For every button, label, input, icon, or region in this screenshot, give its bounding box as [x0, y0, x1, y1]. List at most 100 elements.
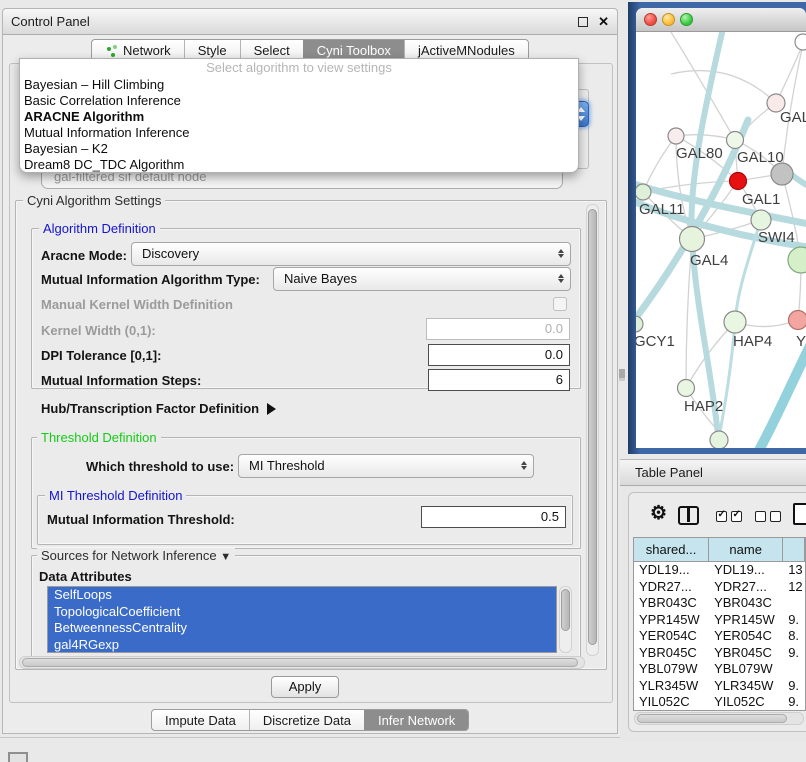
network-node-gal4[interactable] [680, 227, 705, 252]
table-cell: YER054C [634, 628, 709, 645]
tab-style[interactable]: Style [184, 40, 240, 60]
table-rows: YDL19...YDL19...13YDR27...YDR27...12YBR0… [634, 562, 805, 711]
tab-label: Select [254, 43, 290, 58]
table-cell: YPR145W [634, 612, 709, 629]
table-row[interactable]: YDR27...YDR27...12 [634, 579, 805, 596]
table-cell: 9. [783, 694, 805, 711]
aracne-mode-combo[interactable]: Discovery [131, 242, 571, 266]
tab-impute-data[interactable]: Impute Data [152, 710, 249, 730]
table-row[interactable]: YBL079WYBL079W [634, 661, 805, 678]
algorithm-option-aracne-algorithm[interactable]: ARACNE Algorithm [20, 109, 578, 125]
network-node-hap4[interactable] [724, 311, 746, 333]
columns-icon[interactable] [678, 506, 699, 525]
column-header-name[interactable]: name [709, 538, 783, 562]
network-node-gcy1[interactable] [636, 316, 643, 332]
network-node-gal11[interactable] [636, 184, 651, 200]
table-toolbar: ⚙ [620, 500, 806, 536]
kernel-width-field[interactable]: 0.0 [426, 318, 570, 340]
application-root: Control Panel ✕ NetworkStyleSelectCyni T… [0, 0, 806, 762]
table-cell: YLR345W [709, 678, 783, 695]
data-attributes-label: Data Attributes [39, 569, 132, 584]
table-row[interactable]: YDL19...YDL19...13 [634, 562, 805, 579]
column-header-partial[interactable] [783, 538, 805, 562]
tab-network[interactable]: Network [92, 40, 184, 60]
table-row[interactable]: YLR345WYLR345W9. [634, 678, 805, 695]
combo-stepper-icon [558, 247, 564, 260]
algorithm-option-mutual-information-inference[interactable]: Mutual Information Inference [20, 125, 578, 141]
minimize-traffic-light[interactable] [662, 13, 675, 26]
network-icon [105, 44, 118, 57]
new-table-icon[interactable] [793, 503, 806, 525]
network-node-y[interactable] [789, 311, 806, 330]
collapse-arrow-icon: ▼ [220, 551, 231, 563]
settings-vertical-scrollbar[interactable] [586, 204, 599, 656]
attributes-scrollbar[interactable] [559, 586, 572, 653]
gear-icon[interactable]: ⚙ [650, 502, 667, 525]
algorithm-option-dream8-dc-tdc-algorithm[interactable]: Dream8 DC_TDC Algorithm [20, 157, 578, 173]
network-node[interactable] [771, 163, 793, 185]
settings-horizontal-scrollbar[interactable] [19, 656, 585, 669]
zoom-traffic-light[interactable] [680, 13, 693, 26]
attribute-item-betweennesscentrality[interactable]: BetweennessCentrality [48, 620, 556, 637]
mi-algorithm-type-combo[interactable]: Naive Bayes [273, 267, 571, 291]
minimized-panel-icon[interactable] [8, 752, 28, 762]
manual-kernel-label: Manual Kernel Width Definition [41, 297, 233, 312]
table-cell: YBL079W [634, 661, 709, 678]
tab-infer-network[interactable]: Infer Network [364, 710, 468, 730]
table-row[interactable]: YBR043CYBR043C [634, 595, 805, 612]
select-all-checkboxes-icon[interactable] [716, 511, 742, 522]
network-node-gal1[interactable] [730, 173, 747, 190]
which-threshold-combo[interactable]: MI Threshold [238, 454, 534, 478]
close-icon[interactable]: ✕ [598, 9, 609, 35]
column-header-shared[interactable]: shared... [634, 538, 709, 562]
mi-steps-field[interactable]: 6 [428, 369, 570, 391]
table-cell: YBR045C [634, 645, 709, 662]
mi-threshold-field[interactable]: 0.5 [421, 506, 566, 528]
table-row[interactable]: YBR045CYBR045C9. [634, 645, 805, 662]
network-node-gal10[interactable] [727, 132, 744, 149]
apply-button[interactable]: Apply [271, 676, 339, 698]
attribute-item-selfloops[interactable]: SelfLoops [48, 587, 556, 604]
tab-select[interactable]: Select [240, 40, 303, 60]
close-traffic-light[interactable] [644, 13, 657, 26]
attribute-item-gal4rgexp[interactable]: gal4RGexp [48, 637, 556, 654]
network-node-hap2[interactable] [678, 380, 695, 397]
node-label-gal4: GAL4 [690, 252, 728, 269]
split-pane-handle[interactable] [619, 369, 625, 378]
tab-cyni-toolbox[interactable]: Cyni Toolbox [303, 40, 404, 60]
table-row[interactable]: YER054CYER054C8. [634, 628, 805, 645]
table-cell: 9. [783, 678, 805, 695]
network-node[interactable] [788, 247, 806, 273]
table-row[interactable]: YIL052CYIL052C9. [634, 694, 805, 711]
hub-definition-label: Hub/Transcription Factor Definition [41, 401, 259, 416]
attribute-item-topologicalcoefficient[interactable]: TopologicalCoefficient [48, 604, 556, 621]
table-cell: YBR043C [634, 595, 709, 612]
deselect-all-checkboxes-icon[interactable] [755, 511, 781, 522]
dpi-tolerance-field[interactable]: 0.0 [428, 344, 570, 366]
network-node[interactable] [795, 34, 806, 50]
aracne-mode-label: Aracne Mode: [41, 248, 127, 263]
hub-definition-toggle[interactable]: Hub/Transcription Factor Definition [41, 401, 276, 416]
table-cell: YPR145W [709, 612, 783, 629]
algorithm-option-bayesian-k2[interactable]: Bayesian – K2 [20, 141, 578, 157]
tab-jactivemnodules[interactable]: jActiveMNodules [404, 40, 528, 60]
control-panel: Control Panel ✕ NetworkStyleSelectCyni T… [2, 8, 618, 734]
sources-group-title[interactable]: Sources for Network Inference ▼ [37, 548, 235, 563]
tab-label: jActiveMNodules [418, 43, 515, 58]
tab-discretize-data[interactable]: Discretize Data [249, 710, 364, 730]
float-window-icon[interactable] [578, 17, 588, 27]
table-horizontal-scrollbar[interactable] [634, 712, 804, 725]
node-label-hap2: HAP2 [684, 398, 723, 415]
manual-kernel-checkbox[interactable] [553, 297, 567, 311]
table-cell: YIL052C [709, 694, 783, 711]
node-label-gal: GAL [780, 109, 806, 126]
network-node-swi4[interactable] [751, 210, 771, 230]
table-cell [783, 661, 805, 678]
node-label-gcy1: GCY1 [636, 333, 675, 350]
table-row[interactable]: YPR145WYPR145W9. [634, 612, 805, 629]
network-node-gal80[interactable] [668, 128, 684, 144]
algorithm-option-bayesian-hill-climbing[interactable]: Bayesian – Hill Climbing [20, 77, 578, 93]
network-canvas[interactable]: GALGAL80GAL10GAL1GAL11SWI4GAL4GCY1HAP4YH… [636, 32, 806, 448]
algorithm-option-basic-correlation-inference[interactable]: Basic Correlation Inference [20, 93, 578, 109]
network-node[interactable] [710, 431, 728, 448]
